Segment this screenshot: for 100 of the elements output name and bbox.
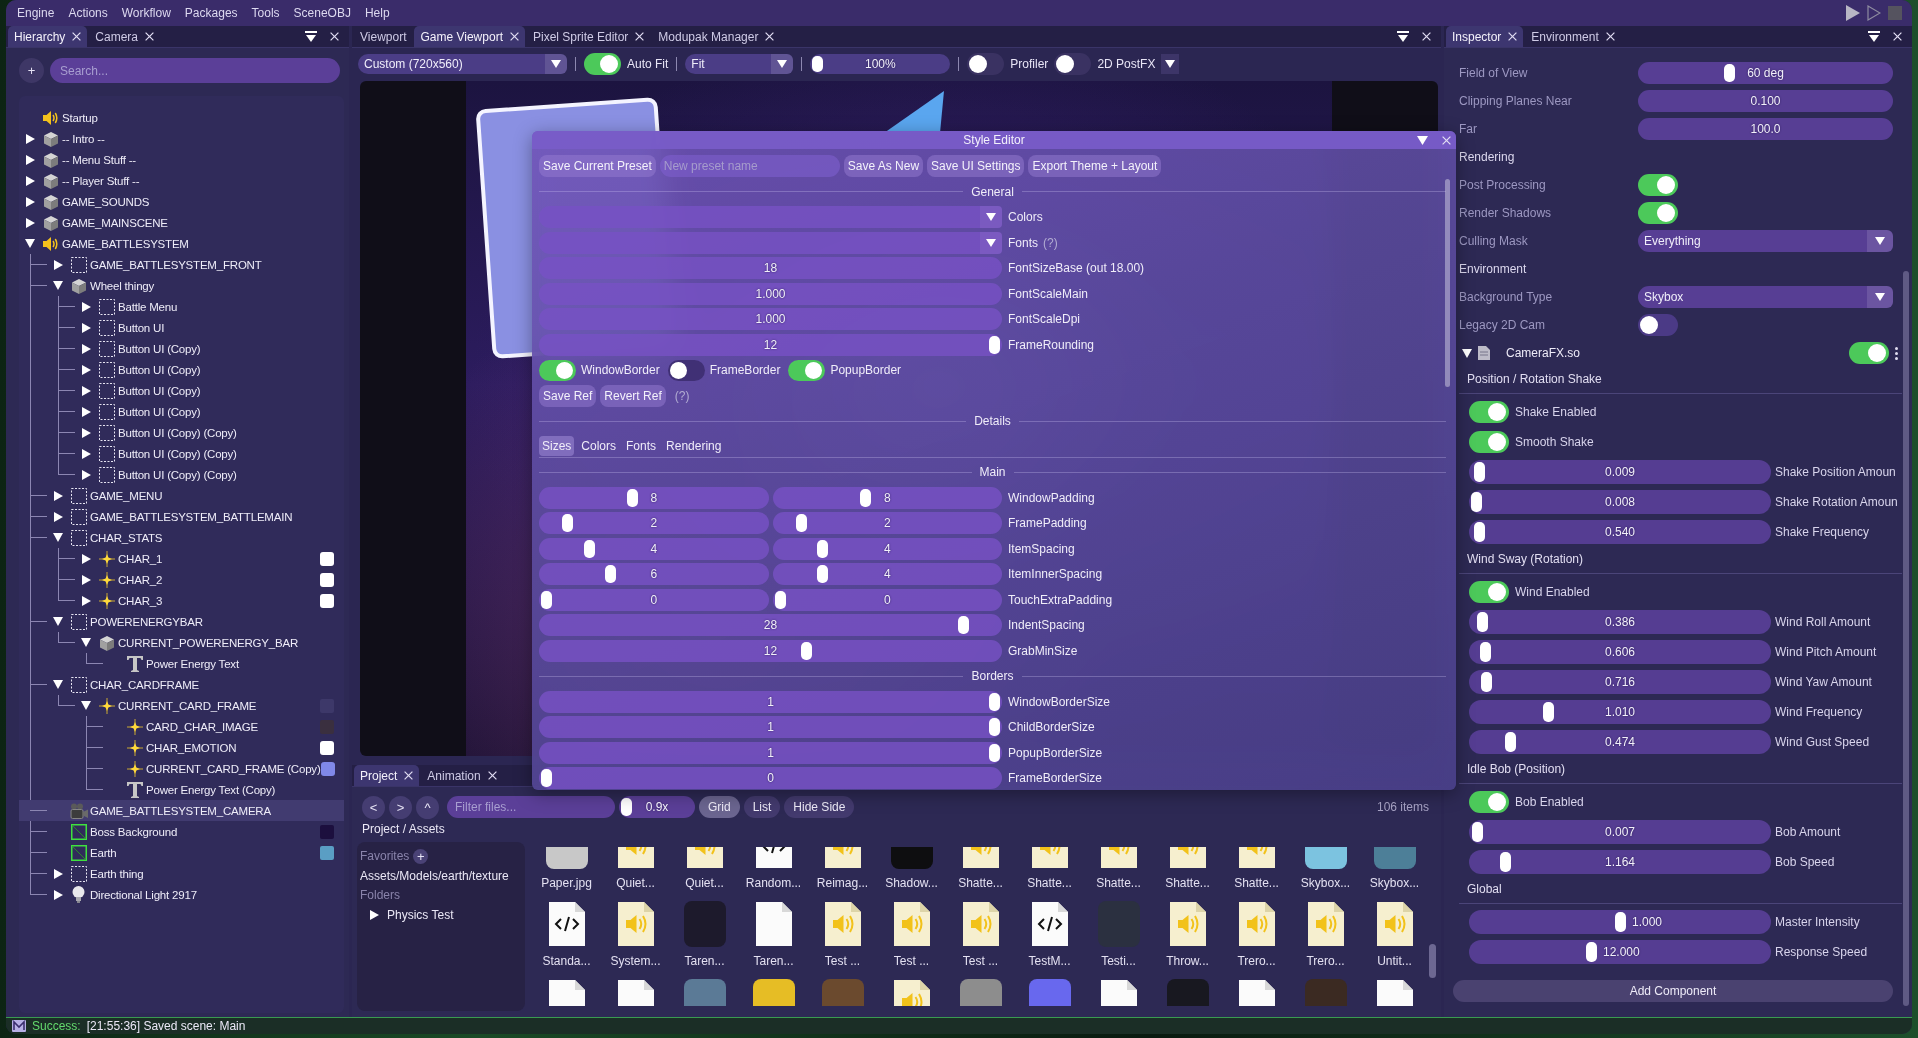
file-name[interactable]: Shadow...	[885, 875, 938, 891]
tree-item[interactable]: Button UI (Copy) (Copy)	[19, 464, 344, 485]
file-name[interactable]: Trero...	[1306, 953, 1345, 969]
menu-item[interactable]: Workflow	[116, 3, 176, 23]
image-thumbnail[interactable]	[1166, 979, 1209, 1006]
caret-right-icon[interactable]	[81, 427, 91, 438]
caret-right-icon[interactable]	[53, 511, 63, 522]
file-name[interactable]: Quiet...	[616, 875, 655, 891]
tree-item[interactable]: Button UI (Copy) (Copy)	[19, 443, 344, 464]
file-name[interactable]: Untit...	[1377, 953, 1412, 969]
tree-item[interactable]: Button UI (Copy)	[19, 380, 344, 401]
caret-right-icon[interactable]	[25, 196, 35, 207]
tree-item[interactable]: -- Player Stuff --	[19, 170, 344, 191]
add-component-button[interactable]: Add Component	[1453, 980, 1893, 1002]
slider[interactable]: 0.008	[1469, 490, 1771, 514]
slider[interactable]: 28	[539, 614, 1002, 636]
image-thumbnail[interactable]	[1304, 847, 1347, 869]
tree-item[interactable]: GAME_BATTLESYSTEM_CAMERA	[19, 800, 344, 821]
file-name[interactable]: Test ...	[962, 953, 999, 969]
menu-item[interactable]: SceneOBJ	[288, 3, 356, 23]
image-thumbnail[interactable]	[1373, 847, 1416, 869]
tree-item[interactable]: GAME_MAINSCENE	[19, 212, 344, 233]
slider-grab[interactable]	[989, 692, 1000, 711]
play-outline-icon[interactable]	[1867, 5, 1881, 21]
slider[interactable]: 1	[539, 741, 1002, 764]
file-name[interactable]: Skybox...	[1369, 875, 1420, 891]
tree-item[interactable]: Directional Light 2917	[19, 884, 344, 905]
file-name[interactable]: System...	[610, 953, 661, 969]
folder-item[interactable]: Physics Test	[360, 907, 525, 923]
slider-grab[interactable]	[1542, 702, 1554, 722]
tree-item[interactable]: -- Menu Stuff --	[19, 149, 344, 170]
file-name[interactable]: Test ...	[893, 953, 930, 969]
panel-menu-icon[interactable]	[1868, 30, 1880, 43]
file-name[interactable]: TestM...	[1028, 953, 1071, 969]
tree-item[interactable]: CARD_CHAR_IMAGE	[19, 716, 344, 737]
caret-right-icon[interactable]	[81, 553, 91, 564]
menu-item[interactable]: Help	[359, 3, 395, 23]
caret-down-icon[interactable]	[53, 281, 63, 290]
image-thumbnail[interactable]	[890, 847, 933, 869]
save-preset-button[interactable]: Save Current Preset	[539, 155, 656, 177]
caret-right-icon[interactable]	[81, 406, 91, 417]
tab[interactable]: Modupak Manager	[652, 26, 781, 47]
file-name[interactable]: Shatte...	[958, 875, 1003, 891]
slider[interactable]: 0.716	[1469, 670, 1771, 694]
caret-right-icon[interactable]	[81, 574, 91, 585]
caret-right-icon[interactable]	[25, 217, 35, 228]
file-name[interactable]: Testi...	[1101, 953, 1136, 969]
tab[interactable]: Viewport	[354, 26, 413, 47]
slider[interactable]: 0	[772, 588, 1002, 611]
view-mode-button[interactable]: Grid	[699, 796, 740, 818]
slider[interactable]: 4	[772, 537, 1002, 560]
slider-grab[interactable]	[1505, 732, 1517, 752]
caret-right-icon[interactable]	[25, 133, 35, 144]
toggle-switch[interactable]	[1469, 791, 1509, 813]
close-icon[interactable]	[1605, 32, 1615, 41]
menu-item[interactable]: Actions	[63, 3, 113, 23]
slider[interactable]: 1.164	[1469, 850, 1771, 874]
drag-field[interactable]: 18	[539, 257, 1002, 279]
close-icon[interactable]	[404, 771, 414, 780]
close-icon[interactable]	[72, 32, 82, 41]
panel-menu-icon[interactable]	[1397, 30, 1409, 43]
close-icon[interactable]	[1508, 32, 1518, 41]
tab[interactable]: Sizes	[539, 436, 575, 456]
file-name[interactable]: Quiet...	[685, 875, 724, 891]
tab[interactable]: Hierarchy	[8, 26, 88, 47]
slider[interactable]: 8	[539, 486, 769, 509]
slider[interactable]: 6	[539, 563, 769, 585]
close-icon[interactable]	[509, 32, 519, 41]
image-thumbnail[interactable]	[959, 979, 1002, 1006]
file-name[interactable]: Throw...	[1166, 953, 1209, 969]
image-thumbnail[interactable]	[752, 979, 795, 1006]
thumbnail-size-slider[interactable]: 0.9x	[619, 796, 695, 818]
file-name[interactable]: Reimag...	[816, 875, 869, 891]
tab[interactable]: Colors	[578, 436, 620, 456]
caret-right-icon[interactable]	[53, 889, 63, 900]
play-icon[interactable]	[1846, 5, 1860, 21]
caret-right-icon[interactable]	[25, 154, 35, 165]
slider[interactable]: 1.010	[1469, 700, 1771, 724]
image-thumbnail[interactable]	[683, 979, 726, 1006]
slider-grab[interactable]	[1614, 912, 1626, 932]
slider-grab[interactable]	[989, 718, 1000, 736]
file-name[interactable]: Standa...	[542, 953, 591, 969]
caret-right-icon[interactable]	[81, 595, 91, 606]
tree-item[interactable]: GAME_BATTLESYSTEM_FRONT	[19, 254, 344, 275]
tree-item[interactable]: CURRENT_CARD_FRAME (Copy)	[19, 758, 344, 779]
slider[interactable]: 0.386	[1469, 610, 1771, 634]
file-name[interactable]: Random...	[745, 875, 802, 891]
slider[interactable]: 1.000	[1469, 910, 1771, 934]
file-name[interactable]: Paper.jpg	[541, 875, 592, 891]
tree-item[interactable]: CHAR_STATS	[19, 527, 344, 548]
toggle-switch[interactable]	[1469, 431, 1509, 453]
toggle-switch[interactable]	[1638, 202, 1678, 224]
tree-item[interactable]: CURRENT_POWERENERGY_BAR	[19, 632, 344, 653]
tab[interactable]: Animation	[421, 765, 503, 786]
tab[interactable]: Camera	[89, 26, 161, 47]
close-icon[interactable]	[487, 771, 497, 780]
slider-grab[interactable]	[562, 514, 574, 532]
slider-grab[interactable]	[626, 488, 638, 507]
caret-right-icon[interactable]	[53, 490, 63, 501]
caret-down-icon[interactable]	[53, 533, 63, 542]
